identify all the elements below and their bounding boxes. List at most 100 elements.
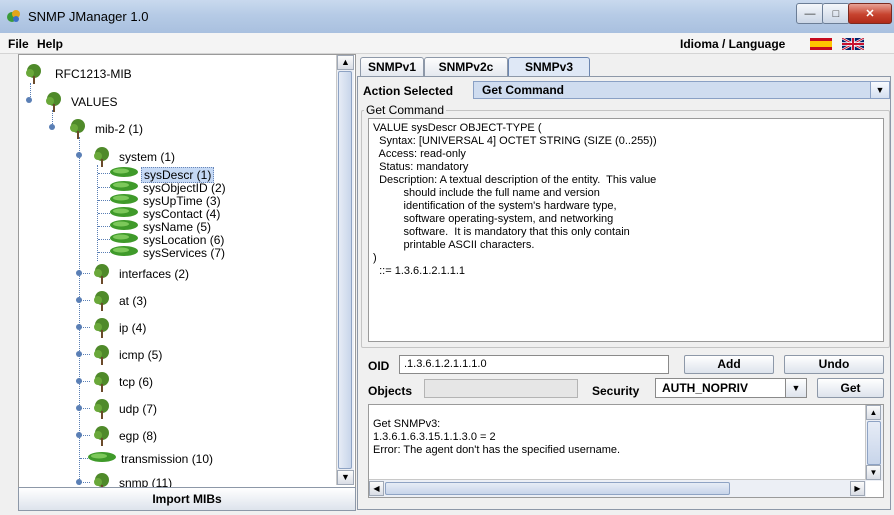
tree-node-label: transmission (10) (121, 452, 214, 466)
expand-toggle-icon[interactable] (75, 323, 83, 331)
menu-file[interactable]: File (8, 37, 29, 51)
expand-toggle-icon[interactable] (75, 269, 83, 277)
tab-snmpv1[interactable]: SNMPv1 (360, 57, 424, 77)
leaf-icon (88, 452, 116, 462)
tab-snmpv2c[interactable]: SNMPv2c (424, 57, 508, 77)
leaf-icon (110, 181, 138, 191)
add-button[interactable]: Add (684, 355, 774, 374)
menu-help[interactable]: Help (37, 37, 63, 51)
output-textarea[interactable]: Get SNMPv3: 1.3.6.1.6.3.15.1.1.3.0 = 2 E… (368, 404, 884, 498)
chevron-down-icon[interactable]: ▼ (785, 379, 806, 397)
window-title: SNMP JManager 1.0 (28, 9, 149, 24)
tree-icon (94, 318, 109, 338)
expand-toggle-icon[interactable] (48, 123, 56, 131)
tree-icon (94, 291, 109, 311)
language-label: Idioma / Language (680, 37, 786, 51)
close-icon: ✕ (865, 8, 875, 20)
tree-node-label: icmp (5) (119, 348, 163, 362)
minimize-icon: — (804, 7, 816, 20)
get-command-legend: Get Command (364, 103, 447, 117)
expand-toggle-icon[interactable] (25, 96, 33, 104)
expand-toggle-icon[interactable] (75, 350, 83, 358)
scroll-thumb[interactable] (385, 482, 730, 495)
scroll-thumb[interactable] (867, 421, 881, 465)
tree-node-label: sysName (5) (143, 220, 212, 234)
scroll-down-arrow-icon[interactable]: ▼ (866, 465, 881, 480)
objects-label: Objects (368, 384, 413, 398)
oid-label: OID (368, 359, 390, 373)
output-text: Get SNMPv3: 1.3.6.1.6.3.15.1.1.3.0 = 2 E… (373, 418, 621, 456)
oid-input[interactable]: .1.3.6.1.2.1.1.1.0 (399, 355, 669, 374)
scroll-up-arrow-icon[interactable]: ▲ (866, 405, 881, 420)
get-button[interactable]: Get (817, 378, 884, 398)
expand-toggle-icon[interactable] (75, 431, 83, 439)
tree-node-label: sysContact (4) (143, 207, 221, 221)
expand-toggle-icon[interactable] (75, 151, 83, 159)
output-vertical-scrollbar[interactable]: ▲ ▼ (865, 405, 883, 481)
action-select[interactable]: Get Command ▼ (473, 81, 890, 99)
security-label: Security (592, 384, 640, 398)
leaf-icon (110, 246, 138, 256)
title-bar: SNMP JManager 1.0 — □ ✕ (0, 0, 894, 33)
security-select[interactable]: AUTH_NOPRIV ▼ (655, 378, 807, 398)
security-select-value: AUTH_NOPRIV (662, 381, 749, 395)
tree-icon (46, 92, 61, 112)
tree-node-label: interfaces (2) (119, 267, 190, 281)
tree-node-label: sysLocation (6) (143, 233, 225, 247)
undo-button[interactable]: Undo (784, 355, 884, 374)
leaf-icon (110, 167, 138, 177)
tree-node-label: udp (7) (119, 402, 158, 416)
tree-icon (94, 264, 109, 284)
expand-toggle-icon[interactable] (75, 377, 83, 385)
objects-input[interactable] (424, 379, 578, 398)
tree-icon (94, 426, 109, 446)
chevron-down-icon[interactable]: ▼ (870, 82, 889, 98)
spain-flag-icon[interactable] (810, 38, 832, 50)
action-select-value: Get Command (482, 83, 565, 97)
object-description-textarea[interactable]: VALUE sysDescr OBJECT-TYPE ( Syntax: [UN… (368, 118, 884, 342)
uk-flag-icon[interactable] (842, 38, 864, 50)
tree-node-label: sysUpTime (3) (143, 194, 221, 208)
tree-node-label: mib-2 (1) (95, 122, 144, 136)
scroll-down-arrow-icon[interactable]: ▼ (337, 470, 354, 485)
mib-tree[interactable]: RFC1213-MIB VALUES mib-2 (1) system (1) … (18, 54, 356, 488)
tree-node-label: at (3) (119, 294, 148, 308)
import-mibs-button[interactable]: Import MIBs (18, 487, 356, 511)
leaf-icon (110, 220, 138, 230)
menu-bar: File Help Idioma / Language (0, 33, 894, 54)
tree-node-label: VALUES (71, 95, 118, 109)
minimize-button[interactable]: — (796, 3, 824, 24)
leaf-icon (110, 207, 138, 217)
expand-toggle-icon[interactable] (75, 296, 83, 304)
app-icon (7, 10, 20, 22)
tree-icon (94, 399, 109, 419)
tree-node-label: tcp (6) (119, 375, 154, 389)
scroll-right-arrow-icon[interactable]: ▶ (850, 481, 865, 496)
tree-icon (94, 372, 109, 392)
tab-snmpv3[interactable]: SNMPv3 (508, 57, 590, 78)
tree-node-label: egp (8) (119, 429, 158, 443)
expand-toggle-icon[interactable] (75, 404, 83, 412)
maximize-icon: □ (832, 7, 840, 20)
tree-node-label: sysServices (7) (143, 246, 226, 260)
output-horizontal-scrollbar[interactable]: ◀ ▶ (369, 479, 866, 497)
leaf-icon (110, 194, 138, 204)
uk-flag-graphic (842, 38, 864, 50)
tree-node-label: sysObjectID (2) (143, 181, 226, 195)
tree-icon (94, 345, 109, 365)
tree-vertical-scrollbar[interactable]: ▲ ▼ (336, 55, 354, 485)
leaf-icon (110, 233, 138, 243)
maximize-button[interactable]: □ (822, 3, 850, 24)
expand-toggle-icon[interactable] (75, 478, 83, 486)
scroll-left-arrow-icon[interactable]: ◀ (369, 481, 384, 496)
close-button[interactable]: ✕ (848, 3, 892, 24)
scroll-thumb[interactable] (338, 71, 352, 469)
scroll-up-arrow-icon[interactable]: ▲ (337, 55, 354, 70)
action-selected-label: Action Selected (363, 84, 454, 98)
tree-icon (26, 64, 41, 84)
tree-node-label: ip (4) (119, 321, 147, 335)
tree-icon (94, 473, 109, 487)
tree-icon (70, 119, 85, 139)
tree-node-label: system (1) (119, 150, 176, 164)
tree-icon (94, 147, 109, 167)
